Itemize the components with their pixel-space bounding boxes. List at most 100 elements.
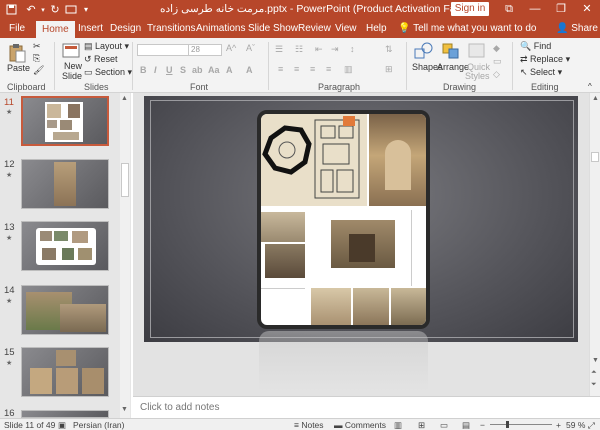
zoom-level[interactable]: 59 % <box>566 420 585 430</box>
save-icon[interactable] <box>4 2 18 17</box>
zoom-slider[interactable] <box>490 424 552 425</box>
interior-photo[interactable] <box>265 244 305 278</box>
share-button[interactable]: 👤 Share <box>556 19 598 38</box>
slide-thumbnail-14[interactable] <box>21 285 109 335</box>
strikethrough-icon[interactable]: S <box>180 65 186 75</box>
restore-button[interactable]: ❐ <box>548 0 574 19</box>
tell-me-search[interactable]: 💡 Tell me what you want to do <box>398 19 536 38</box>
quick-styles-label-2[interactable]: Styles <box>465 71 490 81</box>
slideshow-view-icon[interactable]: ▤ <box>462 420 470 430</box>
slide-thumbnail-11[interactable] <box>21 96 109 146</box>
paste-icon[interactable] <box>7 42 27 64</box>
scroll-up-icon[interactable]: ▲ <box>592 95 599 102</box>
zoom-slider-thumb[interactable] <box>506 421 509 428</box>
previous-slide-icon[interactable]: ⏶ <box>591 369 597 377</box>
text-direction-icon[interactable]: ⇅ <box>385 44 393 55</box>
arch-photo-2[interactable] <box>353 288 389 325</box>
underline-icon[interactable]: U <box>166 65 173 75</box>
paste-button[interactable]: Paste <box>7 63 30 73</box>
align-left-icon[interactable]: ≡ <box>278 64 283 74</box>
shrink-font-icon[interactable]: Aˇ <box>246 43 255 53</box>
increase-indent-icon[interactable]: ⇥ <box>331 44 339 55</box>
replace-button[interactable]: ⇄ Replace ▾ <box>520 54 570 65</box>
slide-sorter-icon[interactable]: ⊞ <box>418 420 425 430</box>
fit-slide-icon[interactable]: ⤢ <box>588 420 595 430</box>
tab-home[interactable]: Home <box>36 19 75 38</box>
undo-dropdown-icon[interactable]: ▾ <box>40 2 46 17</box>
close-button[interactable]: ✕ <box>574 0 600 19</box>
bold-icon[interactable]: B <box>140 65 147 75</box>
font-color-icon[interactable]: A <box>226 65 233 75</box>
shape-fill-icon[interactable]: ◆ <box>493 43 500 54</box>
clear-formatting-icon[interactable]: A <box>246 65 253 75</box>
editor-scrollbar[interactable]: ▲ ▼ ⏶ ⏷ <box>589 93 600 396</box>
language-indicator[interactable]: Persian (Iran) <box>73 420 125 430</box>
zoom-in-icon[interactable]: + <box>556 420 561 430</box>
slide-picture-card[interactable] <box>257 110 430 329</box>
align-center-icon[interactable]: ≡ <box>294 64 299 74</box>
scrollbar-thumb[interactable] <box>591 152 599 162</box>
collapse-ribbon-icon[interactable]: ^ <box>588 82 592 91</box>
shape-effects-icon[interactable]: ◇ <box>493 69 500 80</box>
zoom-out-icon[interactable]: − <box>480 420 485 430</box>
floor-plan-image[interactable] <box>261 114 367 206</box>
find-button[interactable]: 🔍 Find <box>520 41 551 52</box>
bullets-icon[interactable]: ☰ <box>275 44 283 55</box>
next-slide-icon[interactable]: ⏷ <box>591 381 597 389</box>
corridor-photo[interactable] <box>369 114 426 206</box>
normal-view-icon[interactable]: ▥ <box>394 420 402 430</box>
notes-pane[interactable]: Click to add notes <box>133 396 600 418</box>
tab-help[interactable]: Help <box>366 19 387 38</box>
decrease-indent-icon[interactable]: ⇤ <box>315 44 323 55</box>
section-button[interactable]: ▭ Section ▾ <box>84 67 132 78</box>
arrange-icon[interactable] <box>441 42 461 60</box>
justify-icon[interactable]: ≡ <box>326 64 331 74</box>
comments-toggle[interactable]: ▬ Comments <box>334 420 386 430</box>
italic-icon[interactable]: I <box>154 65 157 75</box>
slide-thumbnail-13[interactable] <box>21 221 109 271</box>
tab-slide-show[interactable]: Slide Show <box>248 19 298 38</box>
format-painter-icon[interactable]: 🖌 <box>33 65 44 76</box>
notes-toggle[interactable]: ≡ Notes <box>294 420 324 430</box>
copy-icon[interactable]: ⎘ <box>33 53 40 64</box>
new-slide-icon[interactable] <box>62 42 80 60</box>
new-slide-label[interactable]: New <box>64 61 82 71</box>
quick-styles-icon[interactable] <box>467 42 487 60</box>
tab-review[interactable]: Review <box>298 19 331 38</box>
grow-font-icon[interactable]: A^ <box>226 43 236 53</box>
spellcheck-icon[interactable]: ▣ <box>58 420 66 430</box>
tab-insert[interactable]: Insert <box>78 19 103 38</box>
change-case-icon[interactable]: Aa <box>208 65 220 75</box>
scroll-down-icon[interactable]: ▼ <box>121 406 128 413</box>
cut-icon[interactable]: ✂ <box>33 41 41 52</box>
slide-thumbnail-16[interactable] <box>21 410 109 418</box>
presentation-icon[interactable] <box>64 2 78 17</box>
columns-icon[interactable]: ▥ <box>344 64 353 75</box>
align-right-icon[interactable]: ≡ <box>310 64 315 74</box>
new-slide-label-2[interactable]: Slide <box>62 71 82 81</box>
smartart-icon[interactable]: ⊞ <box>385 64 393 75</box>
thumbnails-scrollbar[interactable]: ▲ ▼ <box>120 93 130 418</box>
scrollbar-thumb[interactable] <box>121 163 129 197</box>
minimize-button[interactable]: — <box>522 0 548 19</box>
tab-animations[interactable]: Animations <box>196 19 245 38</box>
layout-button[interactable]: ▤ Layout ▾ <box>84 41 129 52</box>
sign-in-button[interactable]: Sign in <box>451 2 489 16</box>
customize-toolbar-icon[interactable]: ▾ <box>82 2 90 17</box>
select-button[interactable]: ↖ Select ▾ <box>520 67 562 78</box>
tab-file[interactable]: File <box>9 19 25 38</box>
slide-thumbnail-15[interactable] <box>21 347 109 397</box>
tab-design[interactable]: Design <box>110 19 141 38</box>
tab-view[interactable]: View <box>335 19 357 38</box>
ceiling-photo[interactable] <box>261 212 305 242</box>
reset-button[interactable]: ↺ Reset <box>84 54 118 65</box>
arch-photo-1[interactable] <box>311 288 351 325</box>
line-spacing-icon[interactable]: ↕ <box>350 44 355 54</box>
font-size-combo[interactable]: 28 <box>188 44 222 56</box>
reading-view-icon[interactable]: ▭ <box>440 420 448 430</box>
shapes-icon[interactable] <box>414 42 434 60</box>
courtyard-photo[interactable] <box>331 220 395 268</box>
arch-photo-3[interactable] <box>391 288 426 325</box>
scroll-up-icon[interactable]: ▲ <box>121 95 128 102</box>
undo-icon[interactable]: ↶ <box>24 2 38 17</box>
